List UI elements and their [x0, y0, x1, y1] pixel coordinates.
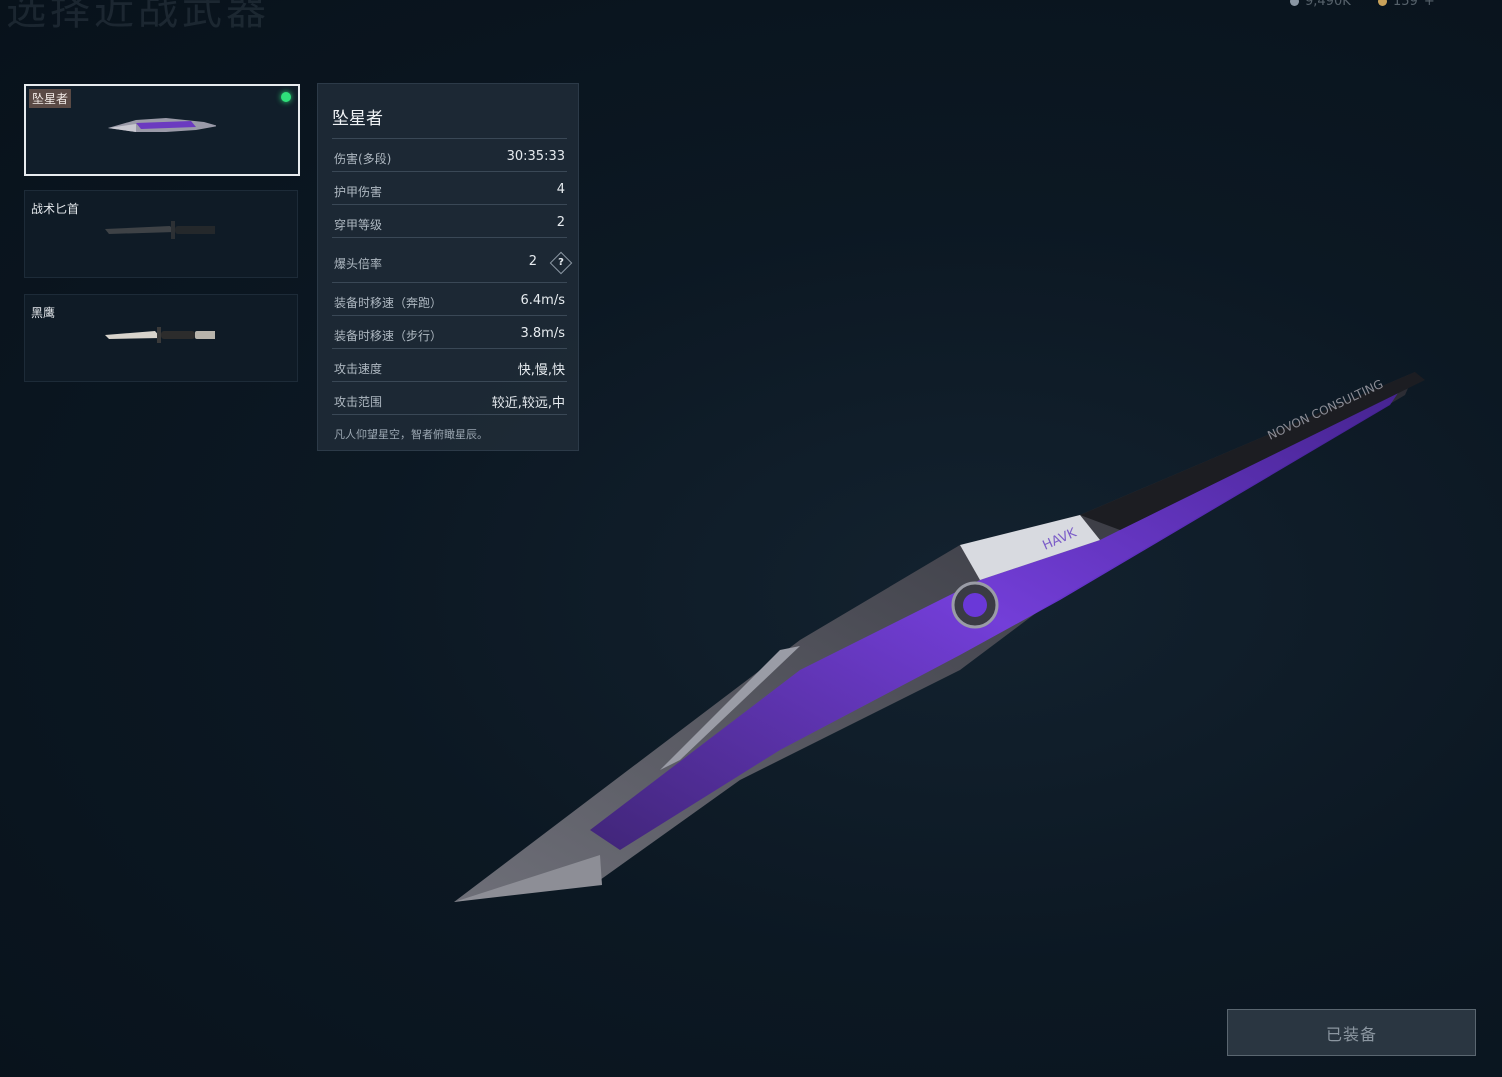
page-title: 选择近战武器: [6, 0, 270, 34]
knife-thumbnail-icon: [105, 221, 215, 239]
weapon-card-starfaller[interactable]: 坠星者: [24, 84, 300, 176]
stat-label: 爆头倍率: [334, 257, 383, 271]
stat-label: 伤害(多段): [334, 152, 392, 166]
knife-render: NOVON CONSULTING HAVK: [454, 372, 1425, 902]
weapon-name: 战术匕首: [31, 202, 80, 216]
stat-value: 3.8m/s: [520, 326, 566, 341]
stat-row-damage: 伤害(多段) 30:35:33: [332, 138, 567, 172]
stat-value: 30:35:33: [506, 149, 565, 164]
currency-2: 159 +: [1378, 0, 1435, 9]
stat-value: 4: [556, 182, 565, 197]
plus-icon[interactable]: +: [1424, 0, 1435, 9]
help-icon[interactable]: ?: [549, 251, 573, 275]
equip-button[interactable]: 已装备: [1227, 1009, 1476, 1056]
stat-value: 6.4m/s: [520, 293, 566, 308]
knife-thumbnail-icon: [108, 118, 216, 132]
stats-title: 坠星者: [332, 109, 383, 129]
weapon-card-black-hawk[interactable]: 黑鹰: [24, 294, 298, 382]
stat-row-penetration: 穿甲等级 2: [332, 204, 567, 238]
stat-label: 攻击速度: [334, 362, 383, 376]
stat-value: 2: [556, 215, 565, 230]
stat-label: 装备时移速（奔跑）: [334, 296, 443, 310]
stat-row-walk-speed: 装备时移速（步行） 3.8m/s: [332, 315, 567, 349]
gem-icon: [1378, 0, 1387, 6]
stat-label: 穿甲等级: [334, 218, 383, 232]
knife-thumbnail-icon: [105, 327, 215, 343]
currency-2-value: 159: [1393, 0, 1418, 9]
coin-icon: [1290, 0, 1299, 6]
currency-1: 9,490K: [1290, 0, 1351, 9]
weapon-card-tactical-dagger[interactable]: 战术匕首: [24, 190, 298, 278]
help-icon-glyph: ?: [558, 257, 564, 268]
weapon-name: 坠星者: [29, 89, 72, 108]
stat-label: 护甲伤害: [334, 185, 383, 199]
stat-row-headshot: 爆头倍率 2 ?: [332, 237, 573, 283]
stat-row-armor-damage: 护甲伤害 4: [332, 171, 567, 205]
weapon-name: 黑鹰: [31, 306, 56, 320]
equipped-indicator-icon: [281, 92, 291, 102]
stat-label: 攻击范围: [334, 395, 383, 409]
stat-label: 装备时移速（步行）: [334, 329, 443, 343]
currency-1-value: 9,490K: [1305, 0, 1351, 9]
stat-value: 2: [528, 254, 537, 269]
stat-row-run-speed: 装备时移速（奔跑） 6.4m/s: [332, 282, 567, 316]
